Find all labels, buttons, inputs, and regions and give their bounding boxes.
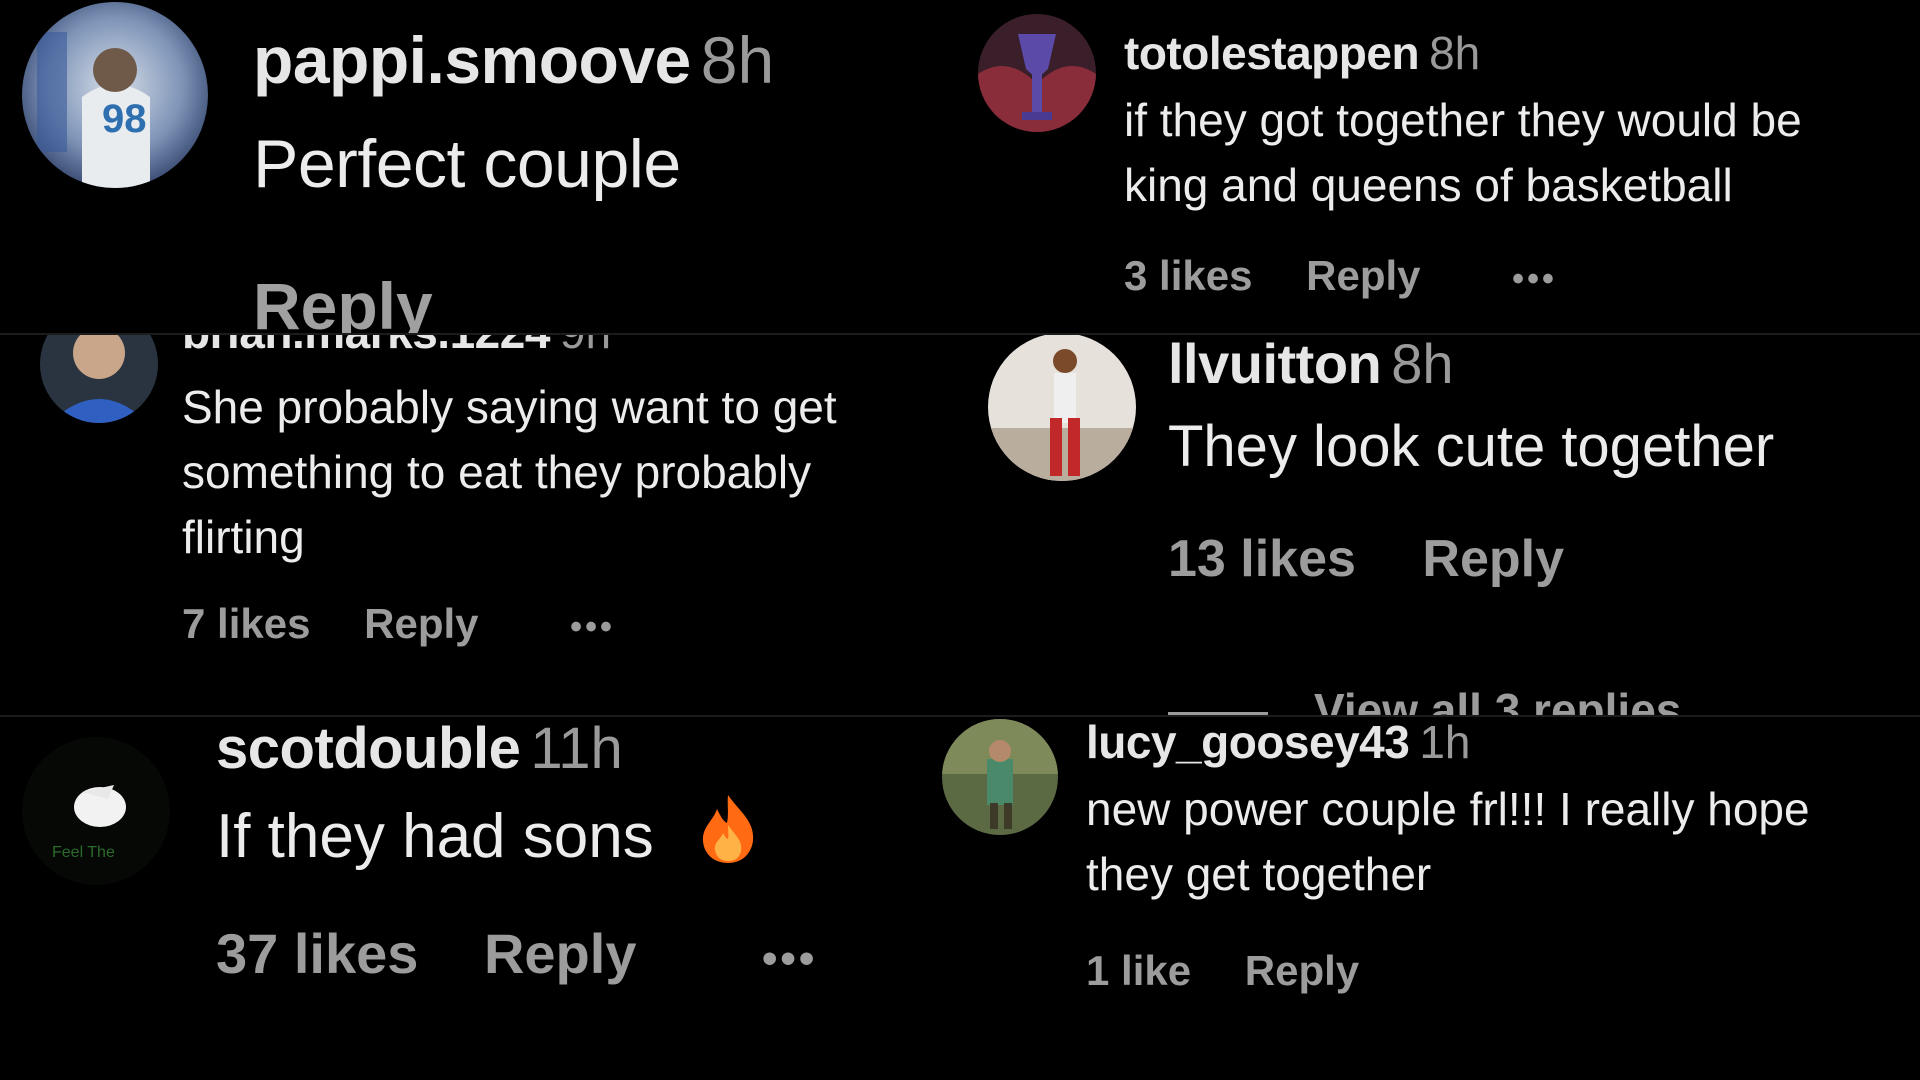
comments-row-2: brian.marks.1224 9h She probably saying w… <box>0 335 1920 715</box>
username[interactable]: lucy_goosey43 <box>1086 717 1410 768</box>
more-options-icon[interactable]: ••• <box>570 608 615 647</box>
likes-count[interactable]: 3 likes <box>1124 252 1252 300</box>
timestamp: 8h <box>700 23 775 97</box>
comment-header: scotdouble 11h <box>216 717 623 782</box>
avatar[interactable]: Feel The <box>22 737 170 885</box>
comment-actions: 7 likes Reply ••• <box>182 600 615 648</box>
timestamp: 8h <box>1391 335 1454 395</box>
comment-actions: 3 likes Reply ••• <box>1124 252 1557 300</box>
reply-button[interactable]: Reply <box>484 921 637 986</box>
avatar[interactable]: 98 <box>22 2 208 188</box>
reply-button[interactable]: Reply <box>1245 947 1359 995</box>
comment-llvuitton: llvuitton 8h They look cute together 13 l… <box>960 335 1920 715</box>
comment-actions: 13 likes Reply <box>1168 529 1564 589</box>
comment-text-line: something to eat they probably <box>182 446 812 498</box>
username[interactable]: pappi.smoove <box>253 23 691 97</box>
view-replies-label[interactable]: View all 3 replies <box>1314 684 1681 715</box>
fire-icon <box>699 793 757 886</box>
comment-text-line: they get together <box>1086 848 1432 900</box>
comment-header: pappi.smoove 8h <box>253 22 774 98</box>
reply-button[interactable]: Reply <box>1422 529 1564 589</box>
comment-text-line: if they got together they would be <box>1124 94 1802 146</box>
comments-row-1: 98 pappi.smoove 8h Perfect couple Reply t… <box>0 0 1920 333</box>
comment-totolestappen: totolestappen 8h if they got together the… <box>960 0 1920 333</box>
avatar[interactable] <box>978 14 1096 132</box>
comment-actions: 1 like Reply <box>1086 947 1359 995</box>
avatar[interactable] <box>942 719 1058 835</box>
comment-text-body: If they had sons <box>216 802 654 871</box>
comment-header: brian.marks.1224 9h <box>182 335 611 359</box>
comment-text-line: king and queens of basketball <box>1124 159 1733 211</box>
more-options-icon[interactable]: ••• <box>762 934 817 984</box>
comment-text-line: She probably saying want to get <box>182 381 837 433</box>
comment-text: new power couple frl!!! I really hope th… <box>1086 777 1810 907</box>
timestamp: 11h <box>530 717 623 781</box>
username[interactable]: scotdouble <box>216 717 521 781</box>
comment-text: if they got together they would be king … <box>1124 88 1802 218</box>
more-options-icon[interactable]: ••• <box>1512 260 1557 299</box>
comment-lucy-goosey43: lucy_goosey43 1h new power couple frl!!! … <box>940 717 1920 1080</box>
likes-count[interactable]: 1 like <box>1086 947 1191 995</box>
comment-header: totolestappen 8h <box>1124 26 1480 80</box>
svg-text:Feel The: Feel The <box>52 844 115 861</box>
avatar[interactable] <box>988 335 1136 481</box>
comment-header: lucy_goosey43 1h <box>1086 717 1471 769</box>
comment-actions: 37 likes Reply ••• <box>216 921 817 986</box>
avatar[interactable] <box>40 335 158 423</box>
timestamp: 1h <box>1419 717 1471 768</box>
comments-row-3: Feel The scotdouble 11h If they had sons … <box>0 717 1920 1080</box>
timestamp: 8h <box>1429 27 1481 79</box>
username[interactable]: llvuitton <box>1168 335 1382 395</box>
view-replies[interactable]: View all 3 replies <box>1168 683 1681 715</box>
comment-text: Perfect couple <box>253 126 681 202</box>
comment-text-line: flirting <box>182 511 305 563</box>
likes-count[interactable]: 13 likes <box>1168 529 1356 589</box>
svg-text:98: 98 <box>102 97 147 141</box>
comment-text: They look cute together <box>1168 414 1775 479</box>
reply-button[interactable]: Reply <box>364 600 478 648</box>
comment-text: If they had sons <box>216 793 757 886</box>
reply-button[interactable]: Reply <box>253 268 433 333</box>
reply-button[interactable]: Reply <box>1306 252 1420 300</box>
likes-count[interactable]: 7 likes <box>182 600 310 648</box>
comment-scotdouble: Feel The scotdouble 11h If they had sons … <box>0 717 960 1080</box>
timestamp: 9h <box>560 335 611 358</box>
comment-header: llvuitton 8h <box>1168 335 1454 396</box>
likes-count[interactable]: 37 likes <box>216 921 418 986</box>
comment-brian-marks: brian.marks.1224 9h She probably saying w… <box>0 335 960 715</box>
comment-text-line: new power couple frl!!! I really hope <box>1086 783 1810 835</box>
comment-text: She probably saying want to get somethin… <box>182 375 837 570</box>
comment-actions: Reply <box>253 268 433 333</box>
comment-pappi-smoove: 98 pappi.smoove 8h Perfect couple Reply <box>0 0 960 333</box>
username[interactable]: brian.marks.1224 <box>182 335 550 358</box>
username[interactable]: totolestappen <box>1124 27 1420 79</box>
